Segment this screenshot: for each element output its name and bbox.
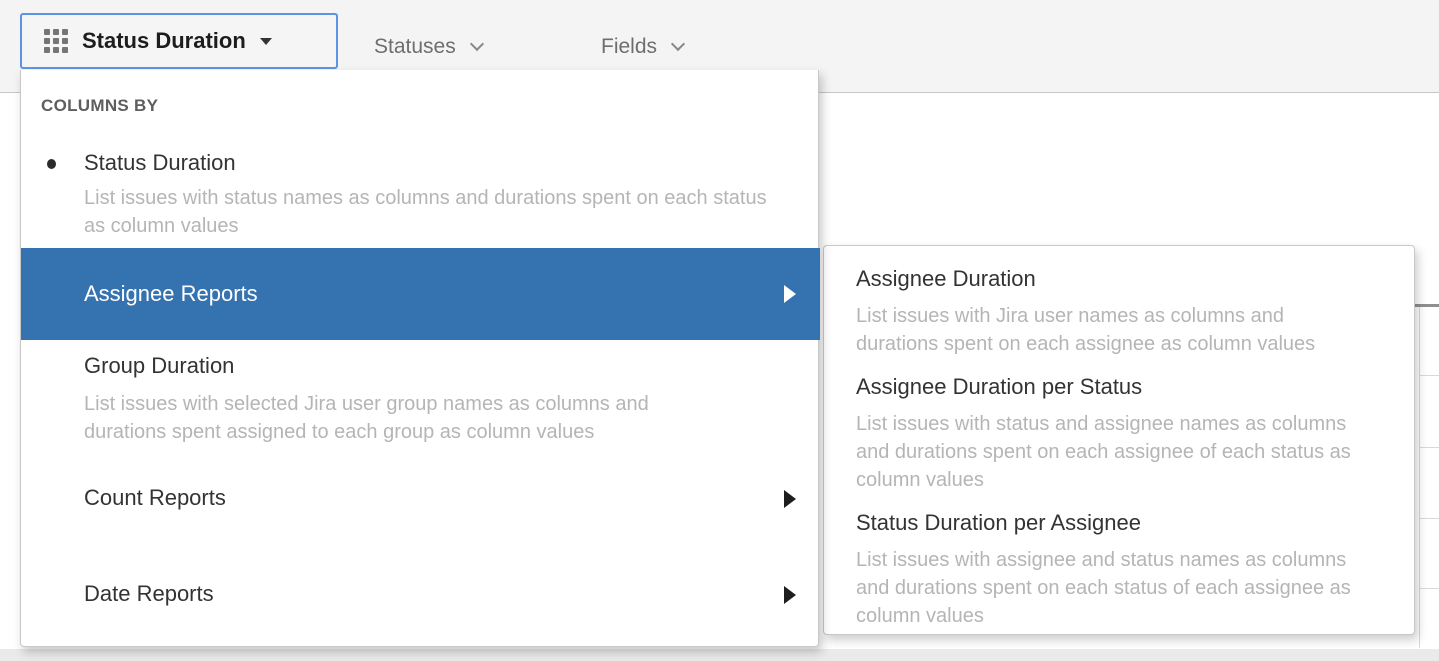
submenu-item-label: Assignee Duration per Status: [856, 374, 1143, 399]
background-table-row-border: [1420, 447, 1439, 448]
menu-item-label: Date Reports: [84, 581, 214, 606]
menu-item-label: Status Duration: [84, 150, 236, 175]
submenu-item-description: List issues with Jira user names as colu…: [856, 305, 1316, 355]
menu-item-label: Group Duration: [84, 353, 235, 378]
menu-item-status-duration[interactable]: Status Duration List issues with status …: [21, 146, 820, 242]
background-table-row-border: [1420, 588, 1439, 589]
submenu-item-label: Status Duration per Assignee: [856, 510, 1141, 535]
background-table-row-border: [1420, 518, 1439, 519]
fields-label: Fields: [601, 34, 658, 58]
background-table-vertical-border: [1419, 307, 1420, 648]
menu-item-group-duration[interactable]: Group Duration List issues with selected…: [21, 342, 820, 472]
menu-item-count-reports[interactable]: Count Reports: [21, 472, 820, 568]
menu-item-description: List issues with selected Jira user grou…: [84, 393, 649, 443]
chevron-down-icon: [469, 36, 484, 51]
background-table-row-border: [1420, 375, 1439, 376]
grid-icon: [44, 29, 68, 53]
submenu-item-status-duration-per-assignee[interactable]: Status Duration per Assignee List issues…: [824, 510, 1414, 630]
submenu-item-label: Assignee Duration: [856, 266, 1036, 291]
menu-item-assignee-reports[interactable]: Assignee Reports: [21, 248, 820, 340]
submenu-item-description: List issues with assignee and status nam…: [856, 549, 1351, 627]
submenu-item-assignee-duration-per-status[interactable]: Assignee Duration per Status List issues…: [824, 374, 1414, 506]
menu-item-label: Assignee Reports: [84, 281, 258, 306]
submenu-arrow-icon: [784, 490, 796, 508]
assignee-reports-submenu: Assignee Duration List issues with Jira …: [823, 245, 1415, 635]
submenu-arrow-icon: [784, 285, 796, 303]
radio-selected-icon: [47, 159, 56, 169]
statuses-label: Statuses: [374, 34, 456, 58]
caret-down-icon: [259, 37, 272, 45]
chevron-down-icon: [670, 36, 686, 51]
menu-item-date-reports[interactable]: Date Reports: [21, 568, 820, 647]
page-bottom-background: [0, 649, 1439, 661]
submenu-item-description: List issues with status and assignee nam…: [856, 413, 1351, 491]
columns-by-dropdown: COLUMNS BY Status Duration List issues w…: [20, 70, 820, 647]
submenu-item-assignee-duration[interactable]: Assignee Duration List issues with Jira …: [824, 266, 1414, 370]
columns-button-label: Status Duration: [82, 28, 246, 53]
columns-by-button[interactable]: Status Duration: [20, 13, 338, 69]
columns-by-section-header: COLUMNS BY: [41, 96, 159, 115]
menu-item-label: Count Reports: [84, 485, 226, 510]
submenu-arrow-icon: [784, 586, 796, 604]
menu-item-description: List issues with status names as columns…: [84, 187, 767, 237]
